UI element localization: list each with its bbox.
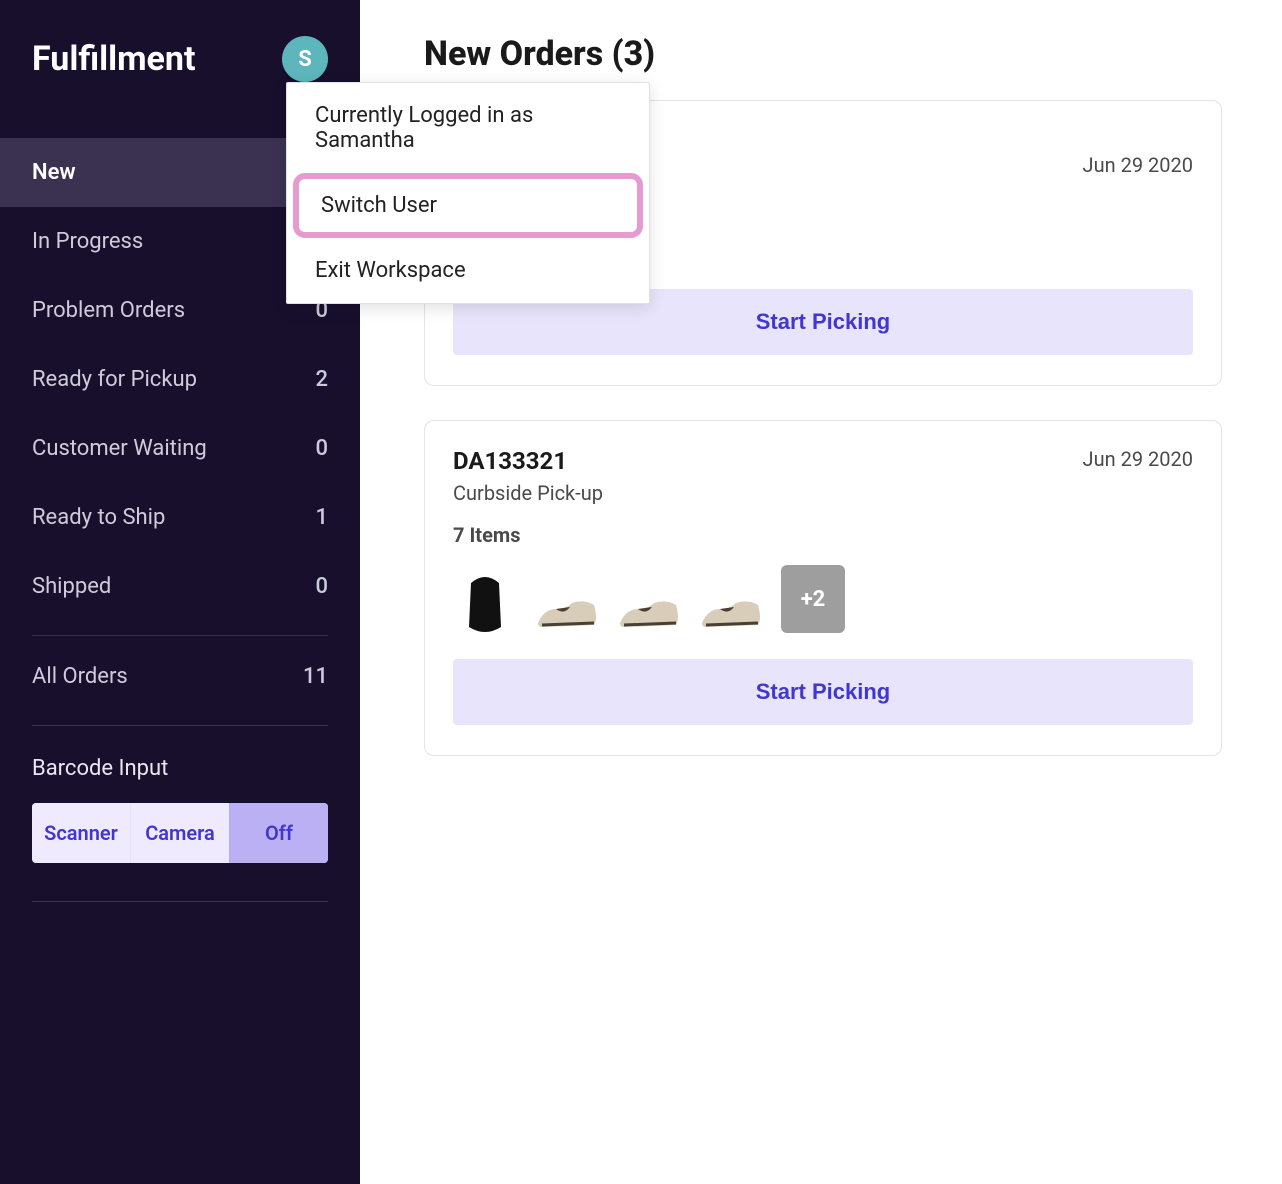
sidebar-item-shipped[interactable]: Shipped 0 <box>0 552 360 621</box>
sidebar-item-customer-waiting[interactable]: Customer Waiting 0 <box>0 414 360 483</box>
sidebar: Fulfillment S New In Progress 4 Problem … <box>0 0 360 1184</box>
sidebar-item-ready-for-pickup[interactable]: Ready for Pickup 2 <box>0 345 360 414</box>
user-menu-current-user: Currently Logged in as Samantha <box>287 83 649 173</box>
barcode-option-camera[interactable]: Camera <box>130 803 229 863</box>
order-card: DA133321 Curbside Pick-up Jun 29 2020 7 … <box>424 420 1222 756</box>
user-menu: Currently Logged in as Samantha Switch U… <box>286 82 650 304</box>
sidebar-item-count: 1 <box>315 505 328 530</box>
sidebar-item-label: Ready for Pickup <box>32 367 197 392</box>
thumb-shoe-icon <box>699 565 763 633</box>
user-menu-highlight: Switch User <box>293 173 643 238</box>
sidebar-item-label: New <box>32 160 76 185</box>
sidebar-item-count: 0 <box>315 574 328 599</box>
sidebar-item-all-orders[interactable]: All Orders 11 <box>0 642 360 711</box>
order-thumbnails: +2 <box>453 565 1193 633</box>
order-type: Curbside Pick-up <box>453 481 603 505</box>
thumb-shoe-icon <box>617 565 681 633</box>
order-date: Jun 29 2020 <box>1083 153 1193 177</box>
barcode-input-segmented: Scanner Camera Off <box>32 803 328 863</box>
page-title: New Orders (3) <box>424 34 1222 74</box>
start-picking-button[interactable]: Start Picking <box>453 659 1193 725</box>
divider <box>32 635 328 636</box>
sidebar-item-label: Shipped <box>32 574 111 599</box>
user-menu-exit-workspace[interactable]: Exit Workspace <box>287 238 649 303</box>
sidebar-item-label: In Progress <box>32 229 143 254</box>
barcode-option-scanner[interactable]: Scanner <box>32 803 130 863</box>
divider <box>32 725 328 726</box>
thumb-overflow-count[interactable]: +2 <box>781 565 845 633</box>
barcode-label: Barcode Input <box>32 756 328 781</box>
sidebar-item-count: 11 <box>303 664 328 689</box>
avatar[interactable]: S <box>282 36 328 82</box>
order-items-count: 7 Items <box>453 523 1193 547</box>
sidebar-item-ready-to-ship[interactable]: Ready to Ship 1 <box>0 483 360 552</box>
sidebar-item-label: Ready to Ship <box>32 505 165 530</box>
sidebar-item-count: 2 <box>315 367 328 392</box>
user-menu-switch-user[interactable]: Switch User <box>299 179 637 232</box>
thumb-bag-icon <box>453 565 517 633</box>
sidebar-item-label: All Orders <box>32 664 128 689</box>
sidebar-item-count: 0 <box>315 436 328 461</box>
barcode-section: Barcode Input Scanner Camera Off <box>0 732 360 887</box>
order-date: Jun 29 2020 <box>1083 447 1193 471</box>
divider <box>32 901 328 902</box>
sidebar-item-label: Problem Orders <box>32 298 185 323</box>
order-id: DA133321 <box>453 447 603 475</box>
thumb-shoe-icon <box>535 565 599 633</box>
barcode-option-off[interactable]: Off <box>229 803 328 863</box>
app-title: Fulfillment <box>32 39 195 79</box>
order-card-header: DA133321 Curbside Pick-up Jun 29 2020 <box>453 447 1193 505</box>
sidebar-item-label: Customer Waiting <box>32 436 207 461</box>
